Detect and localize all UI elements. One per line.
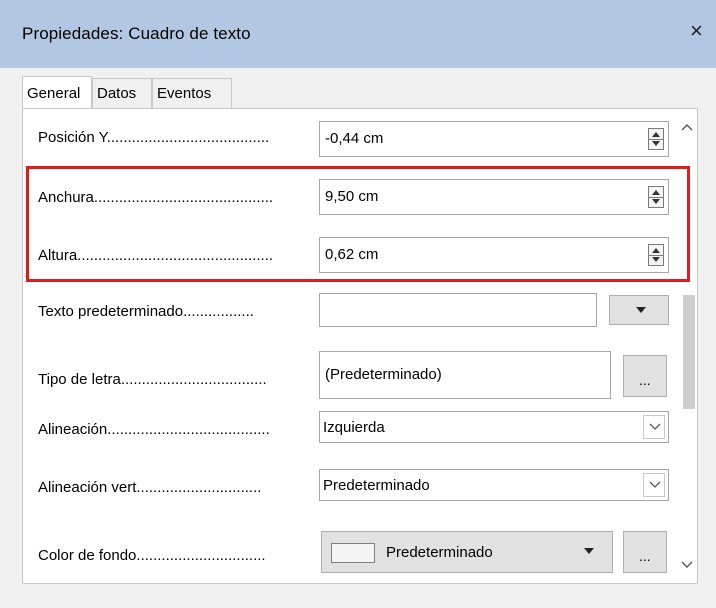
alineacion-select[interactable]: Izquierda xyxy=(319,411,669,443)
vertical-scrollbar[interactable] xyxy=(677,109,697,583)
anchura-label: Anchura.................................… xyxy=(38,189,274,206)
dialog-title: Propiedades: Cuadro de texto xyxy=(22,24,251,43)
alineacion-value: Izquierda xyxy=(323,419,385,436)
altura-field[interactable]: 0,62 cm xyxy=(319,237,669,273)
altura-label: Altura..................................… xyxy=(38,247,274,264)
anchura-value: 9,50 cm xyxy=(325,188,379,205)
tab-eventos[interactable]: Eventos xyxy=(152,78,232,108)
scroll-down-icon[interactable] xyxy=(681,561,693,569)
properties-dialog: Propiedades: Cuadro de texto × General D… xyxy=(0,0,716,608)
close-icon[interactable]: × xyxy=(690,20,703,42)
properties-panel: Posición Y..............................… xyxy=(22,108,698,584)
chevron-down-icon[interactable] xyxy=(643,473,665,497)
dropdown-arrow-icon xyxy=(636,307,646,313)
texto-predeterminado-dropdown[interactable] xyxy=(609,295,669,325)
tipo-de-letra-browse-button[interactable]: ... xyxy=(623,355,667,397)
spin-button-icon[interactable] xyxy=(648,244,664,266)
posicion-y-value: -0,44 cm xyxy=(325,130,384,147)
posicion-y-field[interactable]: -0,44 cm xyxy=(319,121,669,157)
posicion-y-label: Posición Y..............................… xyxy=(38,129,270,146)
title-bar: Propiedades: Cuadro de texto × xyxy=(0,0,716,68)
texto-predeterminado-input[interactable] xyxy=(319,293,597,327)
color-de-fondo-label: Color de fondo..........................… xyxy=(38,547,266,564)
dropdown-arrow-icon xyxy=(584,548,594,554)
color-de-fondo-browse-button[interactable]: ... xyxy=(623,531,667,573)
chevron-down-icon[interactable] xyxy=(643,415,665,439)
alineacion-vert-select[interactable]: Predeterminado xyxy=(319,469,669,501)
color-de-fondo-picker[interactable]: Predeterminado xyxy=(321,531,613,573)
scroll-up-icon[interactable] xyxy=(681,123,693,131)
scrollbar-thumb[interactable] xyxy=(683,295,695,409)
spin-button-icon[interactable] xyxy=(648,128,664,150)
tipo-de-letra-field[interactable]: (Predeterminado) xyxy=(319,351,611,399)
alineacion-label: Alineación..............................… xyxy=(38,421,270,438)
ellipsis-icon: ... xyxy=(639,548,651,564)
alineacion-vert-value: Predeterminado xyxy=(323,477,430,494)
tab-general[interactable]: General xyxy=(22,76,92,108)
anchura-field[interactable]: 9,50 cm xyxy=(319,179,669,215)
tab-datos[interactable]: Datos xyxy=(92,78,152,108)
alineacion-vert-label: Alineación vert.........................… xyxy=(38,479,262,496)
texto-predeterminado-label: Texto predeterminado................. xyxy=(38,303,254,320)
color-swatch xyxy=(331,543,375,563)
ellipsis-icon: ... xyxy=(639,372,651,388)
tipo-de-letra-value: (Predeterminado) xyxy=(325,366,442,383)
tipo-de-letra-label: Tipo de letra...........................… xyxy=(38,371,267,388)
spin-button-icon[interactable] xyxy=(648,186,664,208)
altura-value: 0,62 cm xyxy=(325,246,379,263)
color-de-fondo-value: Predeterminado xyxy=(386,544,493,561)
